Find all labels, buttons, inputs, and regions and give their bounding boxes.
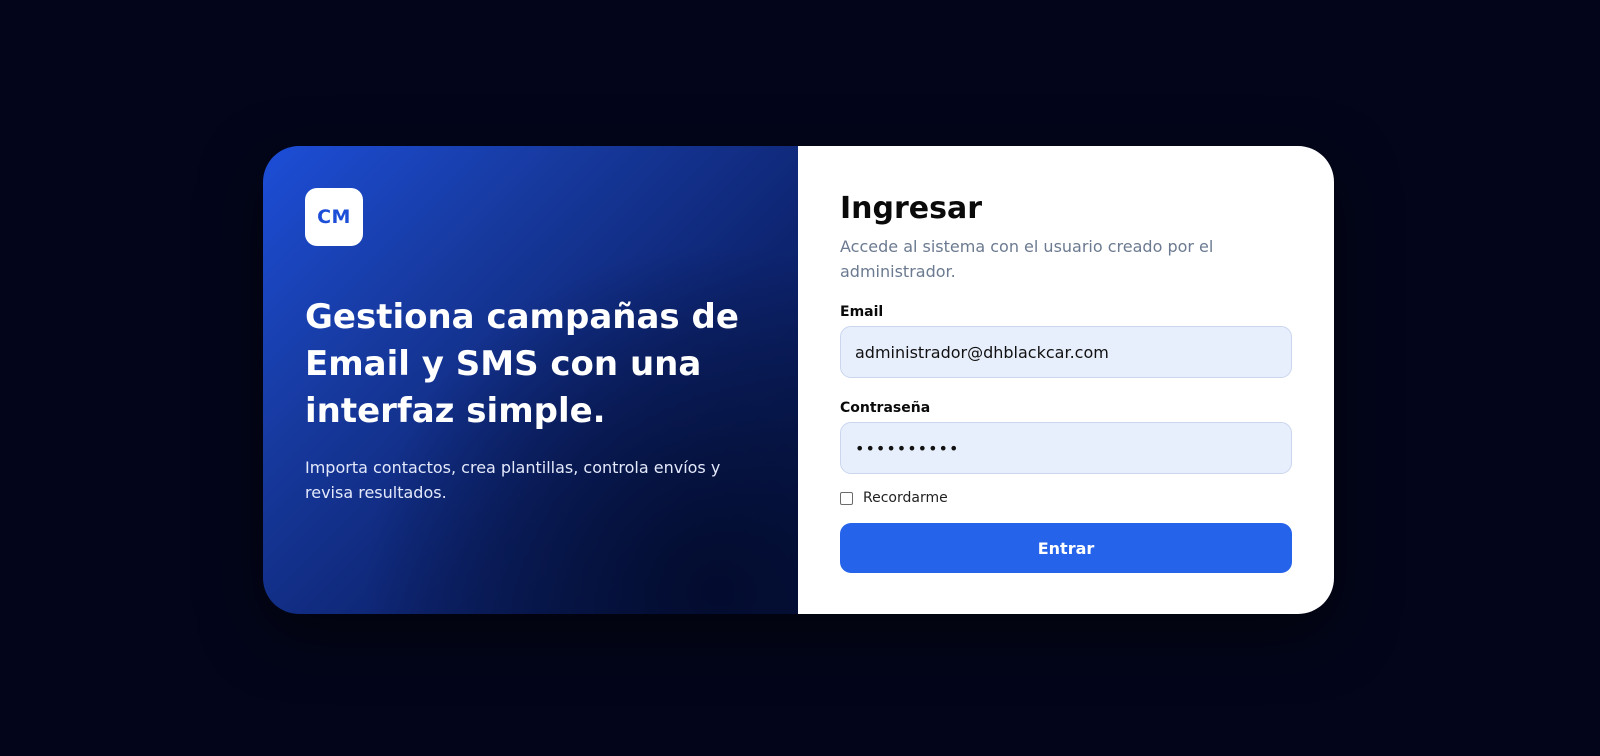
remember-me-label[interactable]: Recordarme — [863, 490, 948, 506]
hero-subtitle: Importa contactos, crea plantillas, cont… — [305, 458, 721, 502]
app-logo: CM — [305, 188, 363, 246]
remember-me-row[interactable]: Recordarme — [840, 490, 1293, 506]
password-value: •••••••••• — [855, 438, 960, 458]
email-field[interactable]: administrador@dhblackcar.com — [840, 326, 1292, 378]
submit-button[interactable]: Entrar — [840, 523, 1292, 573]
form-title: Ingresar — [840, 191, 983, 226]
password-field[interactable]: •••••••••• — [840, 422, 1292, 474]
email-value: administrador@dhblackcar.com — [855, 342, 1109, 362]
password-label: Contraseña — [840, 400, 931, 416]
logo-text: CM — [317, 206, 351, 228]
hero-panel: CM Gestiona campañas de Email y SMS con … — [263, 146, 798, 614]
form-subtitle: Accede al sistema con el usuario creado … — [840, 237, 1214, 281]
remember-me-checkbox[interactable] — [840, 491, 853, 505]
login-form-panel: Ingresar Accede al sistema con el usuari… — [798, 146, 1334, 614]
login-card: CM Gestiona campañas de Email y SMS con … — [263, 146, 1334, 614]
email-label: Email — [840, 304, 884, 320]
hero-title: Gestiona campañas de Email y SMS con una… — [305, 297, 739, 431]
